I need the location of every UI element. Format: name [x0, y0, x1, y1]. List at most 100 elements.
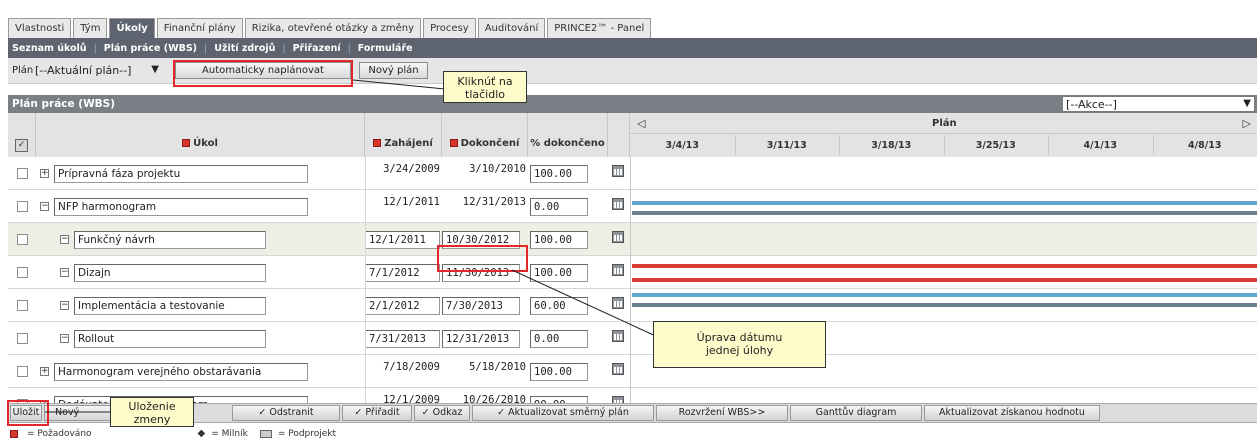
- check-icon: ✓: [497, 407, 509, 418]
- task-name-field[interactable]: Dizajn: [74, 264, 266, 282]
- subnav-resource-usage[interactable]: Užití zdrojů: [214, 43, 275, 54]
- table-row[interactable]: − Dizajn 7/1/2012 11/30/2013 100.00: [8, 256, 1257, 289]
- gantt-next-icon[interactable]: ▷: [1243, 117, 1251, 130]
- milestone-icon: ◆: [197, 428, 206, 439]
- start-date: 7/18/2009: [383, 361, 440, 373]
- gantt-bar[interactable]: [632, 211, 1257, 215]
- calendar-icon[interactable]: [612, 363, 624, 375]
- tab-tasks[interactable]: Úkoly: [109, 18, 155, 38]
- table-row[interactable]: + Harmonogram verejného obstarávania 7/18/…: [8, 355, 1257, 388]
- actions-select-value: [--Akce--]: [1066, 98, 1117, 111]
- finish-date-field[interactable]: 12/31/2013: [442, 330, 520, 348]
- gantt-bar[interactable]: [632, 303, 1257, 307]
- legend-subproject: = Podprojekt: [277, 428, 337, 439]
- gantt-bar[interactable]: [632, 201, 1257, 205]
- calendar-icon[interactable]: [612, 330, 624, 342]
- start-date-field[interactable]: 2/1/2012: [365, 297, 440, 315]
- wbs-layout-button[interactable]: Rozvržení WBS>>: [656, 405, 788, 421]
- legend-milestone: = Milník: [211, 428, 248, 439]
- percent-complete-field[interactable]: 100.00: [530, 231, 588, 249]
- percent-complete-field[interactable]: 100.00: [530, 165, 588, 183]
- tab-risks[interactable]: Rizika, otevřené otázky a změny: [244, 18, 422, 38]
- collapse-icon[interactable]: −: [60, 235, 69, 244]
- percent-complete-field[interactable]: 100.00: [530, 264, 588, 282]
- start-date-field[interactable]: 7/31/2013: [365, 330, 440, 348]
- calendar-icon[interactable]: [612, 165, 624, 177]
- table-row[interactable]: + Prípravná fáza projektu 3/24/2009 3/10/20…: [8, 157, 1257, 190]
- gantt-bar[interactable]: [632, 278, 1257, 282]
- table-row[interactable]: − NFP harmonogram 12/1/2011 12/31/2013 0.00: [8, 190, 1257, 223]
- row-checkbox[interactable]: [17, 168, 28, 179]
- row-checkbox[interactable]: [17, 300, 28, 311]
- calendar-icon[interactable]: [612, 264, 624, 276]
- tab-auditing[interactable]: Auditování: [477, 18, 546, 38]
- new-plan-button[interactable]: Nový plán: [359, 62, 428, 79]
- subnav-work-plan[interactable]: Plán práce (WBS): [104, 43, 197, 54]
- plan-label: Plán: [12, 65, 34, 76]
- start-column-header[interactable]: Zahájení: [365, 113, 442, 157]
- gantt-chart-button[interactable]: Ganttův diagram: [790, 405, 922, 421]
- assign-button[interactable]: ✓ Přiřadit: [342, 405, 412, 421]
- tab-financial-plans[interactable]: Finanční plány: [156, 18, 243, 38]
- task-column-header[interactable]: Úkol: [36, 113, 365, 157]
- percent-complete-field[interactable]: 0.00: [530, 198, 588, 216]
- update-baseline-label: Aktualizovat směrný plán: [508, 407, 629, 418]
- subnav-forms[interactable]: Formuláře: [358, 43, 413, 54]
- divider: [365, 322, 366, 355]
- select-all-icon[interactable]: ✓: [15, 139, 28, 152]
- row-checkbox[interactable]: [17, 366, 28, 377]
- select-all-header: ✓: [8, 113, 36, 157]
- expand-icon[interactable]: +: [40, 169, 49, 178]
- task-name-field[interactable]: Harmonogram verejného obstarávania: [54, 363, 308, 381]
- tab-prince2-panel[interactable]: PRINCE2™ - Panel: [547, 18, 652, 38]
- table-row[interactable]: − Implementácia a testovanie 2/1/2012 7/30/…: [8, 289, 1257, 322]
- table-row[interactable]: − Rollout 7/31/2013 12/31/2013 0.00: [8, 322, 1257, 355]
- tab-processes[interactable]: Procesy: [423, 18, 476, 38]
- gantt-bar[interactable]: [632, 264, 1257, 268]
- row-checkbox[interactable]: [17, 333, 28, 344]
- task-name-field[interactable]: Implementácia a testovanie: [74, 297, 266, 315]
- gantt-date-label: 3/25/13: [975, 140, 1016, 151]
- gantt-date-label: 3/4/13: [665, 140, 699, 151]
- calendar-icon[interactable]: [612, 231, 624, 243]
- table-row[interactable]: − Funkčný návrh 12/1/2011 10/30/2012 100.00: [8, 223, 1257, 256]
- expand-icon[interactable]: +: [40, 367, 49, 376]
- gantt-date-label: 4/1/13: [1083, 140, 1117, 151]
- start-date-field[interactable]: 12/1/2011: [365, 231, 440, 249]
- row-checkbox[interactable]: [17, 234, 28, 245]
- subnav-task-list[interactable]: Seznam úkolů: [12, 43, 87, 54]
- update-baseline-button[interactable]: ✓ Aktualizovat směrný plán: [472, 405, 654, 421]
- tab-team[interactable]: Tým: [73, 18, 108, 38]
- start-column-label: Zahájení: [384, 138, 433, 149]
- update-earned-value-button[interactable]: Aktualizovat získanou hodnotu: [924, 405, 1100, 421]
- actions-select[interactable]: [--Akce--] ▼: [1062, 96, 1255, 112]
- tab-properties[interactable]: Vlastnosti: [8, 18, 72, 38]
- task-name-field[interactable]: NFP harmonogram: [54, 198, 308, 216]
- percent-complete-field[interactable]: 100.00: [530, 363, 588, 381]
- plan-select[interactable]: [--Aktuální plán--] ▼: [32, 63, 162, 79]
- collapse-icon[interactable]: −: [60, 334, 69, 343]
- percent-complete-field[interactable]: 0.00: [530, 330, 588, 348]
- collapse-icon[interactable]: −: [60, 301, 69, 310]
- task-name-field[interactable]: Rollout: [74, 330, 266, 348]
- highlight-finish-date: [437, 245, 528, 272]
- row-checkbox[interactable]: [17, 267, 28, 278]
- calendar-icon[interactable]: [612, 297, 624, 309]
- calendar-icon[interactable]: [612, 198, 624, 210]
- link-button[interactable]: ✓ Odkaz: [414, 405, 470, 421]
- gantt-bar[interactable]: [632, 293, 1257, 297]
- finish-column-header[interactable]: Dokončení: [442, 113, 528, 157]
- subnav-assignments[interactable]: Přiřazení: [293, 43, 341, 54]
- percent-column-header[interactable]: % dokončeno: [528, 113, 608, 157]
- finish-date-field[interactable]: 7/30/2013: [442, 297, 520, 315]
- task-name-field[interactable]: Funkčný návrh: [74, 231, 266, 249]
- percent-complete-field[interactable]: 60.00: [530, 297, 588, 315]
- task-name-field[interactable]: Prípravná fáza projektu: [54, 165, 308, 183]
- gantt-prev-icon[interactable]: ◁: [637, 117, 645, 130]
- collapse-icon[interactable]: −: [60, 268, 69, 277]
- start-date-field[interactable]: 7/1/2012: [365, 264, 440, 282]
- divider: [365, 289, 366, 322]
- row-checkbox[interactable]: [17, 201, 28, 212]
- collapse-icon[interactable]: −: [40, 202, 49, 211]
- delete-button[interactable]: ✓ Odstranit: [232, 405, 340, 421]
